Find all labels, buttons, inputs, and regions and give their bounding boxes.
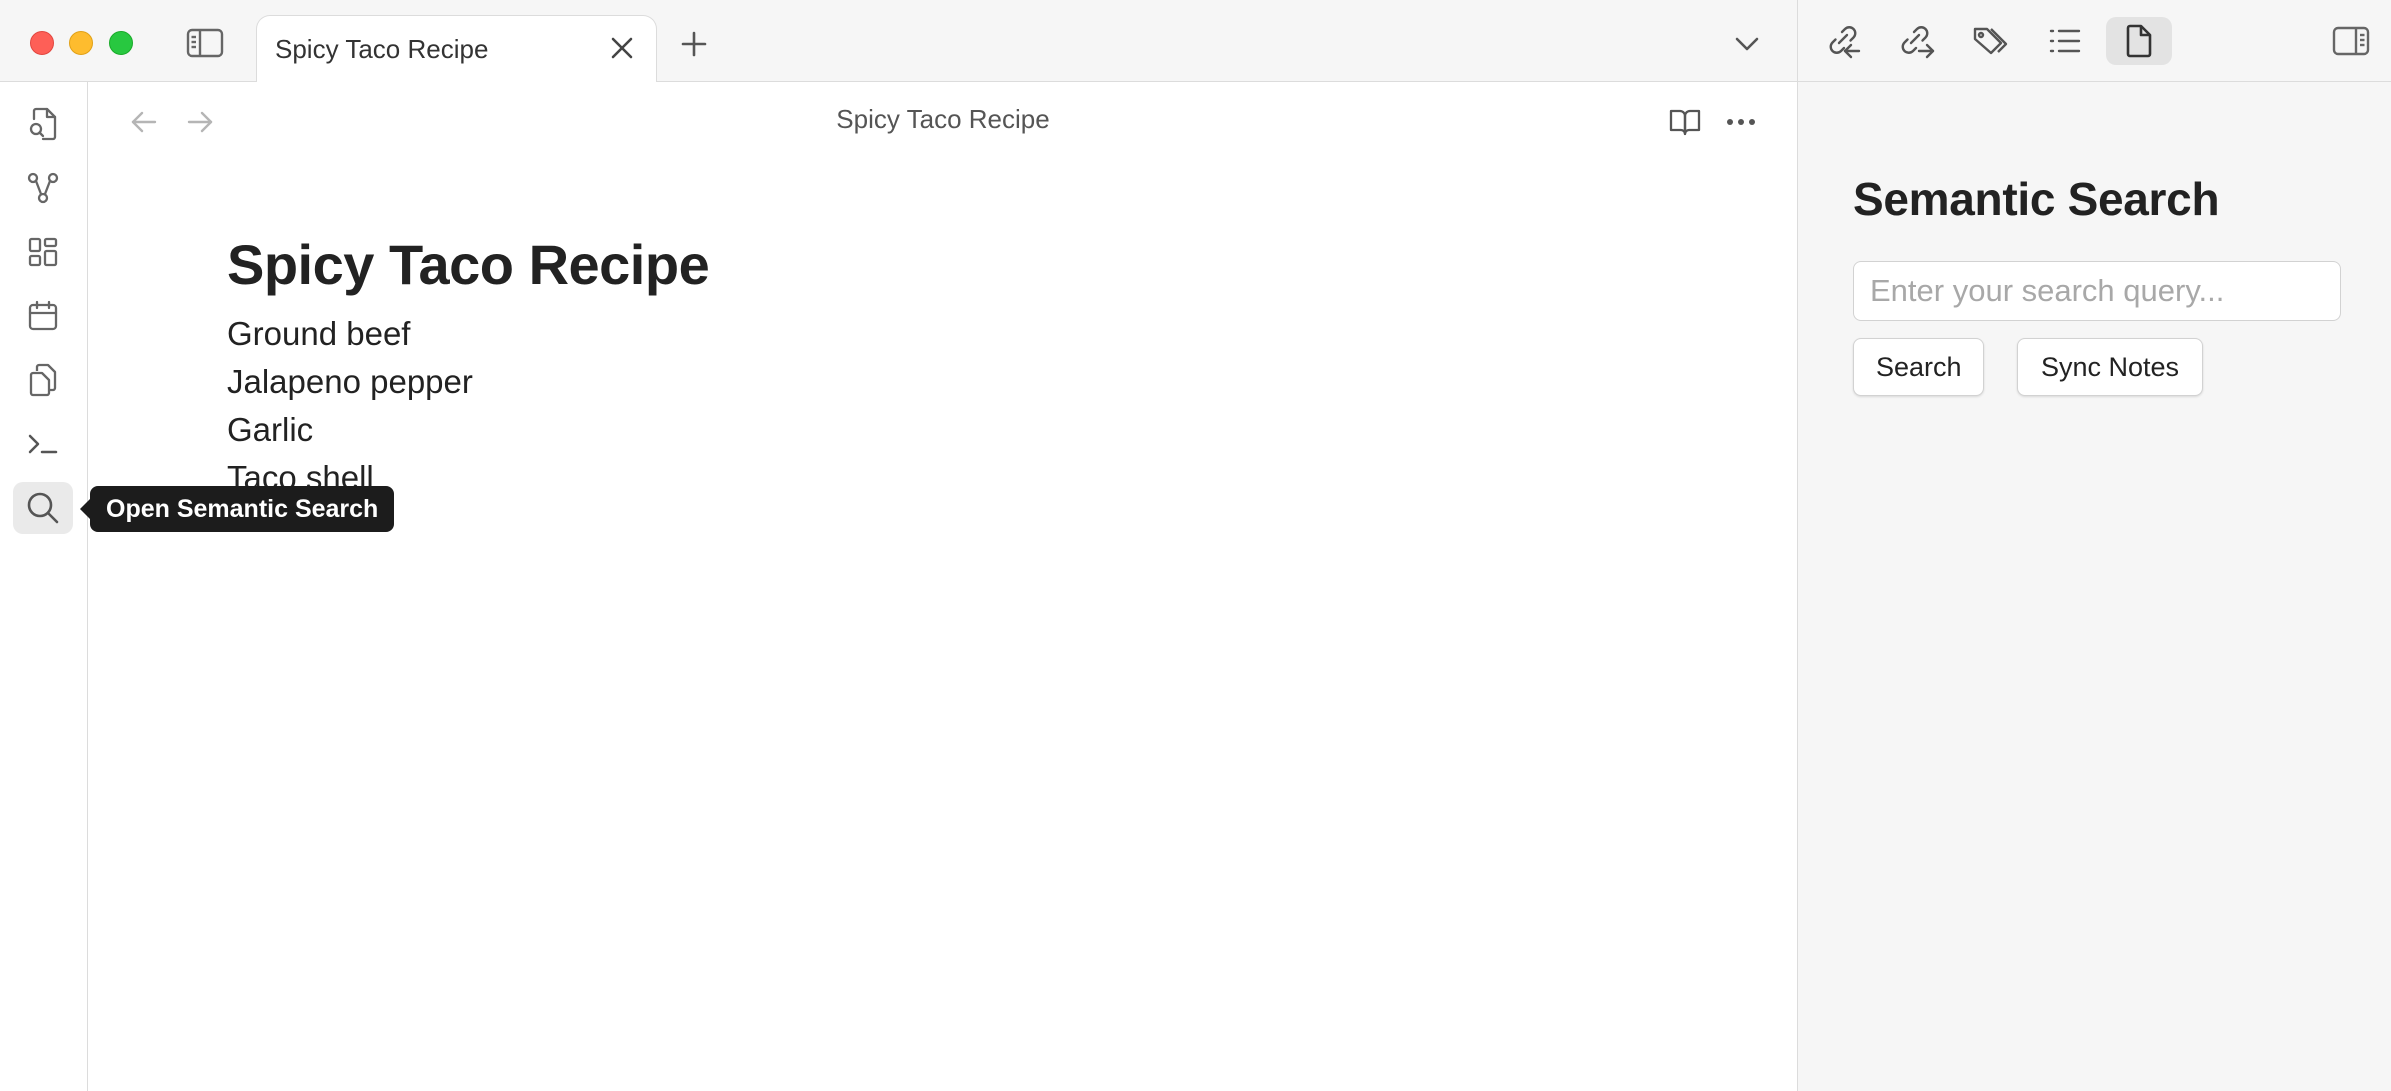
editor-pane: Spicy Taco Recipe Spicy Taco Recipe Grou… — [89, 82, 1797, 1091]
more-options-button[interactable] — [1718, 100, 1764, 144]
copy-icon — [29, 363, 57, 397]
outline-icon — [2049, 29, 2081, 53]
backlinks-icon — [1829, 26, 1861, 59]
chevron-down-icon — [1735, 37, 1759, 51]
new-tab-button[interactable] — [672, 24, 716, 64]
semantic-search-panel: Semantic Search Search Sync Notes — [1797, 82, 2391, 1091]
sync-notes-button[interactable]: Sync Notes — [2017, 338, 2203, 396]
ribbon-daily-note-button[interactable] — [13, 290, 73, 342]
search-button[interactable]: Search — [1853, 338, 1984, 396]
note-line[interactable]: Ground beef — [227, 310, 1727, 358]
ribbon-templates-button[interactable] — [13, 354, 73, 406]
note-line[interactable]: Garlic — [227, 406, 1727, 454]
calendar-icon — [28, 300, 58, 331]
app-window: Spicy Taco Recipe Spicy Taco Recipe Spic… — [0, 0, 2391, 1091]
window-maximize-button[interactable] — [109, 31, 133, 55]
tab-title: Spicy Taco Recipe — [275, 34, 489, 64]
note-content[interactable]: Spicy Taco Recipe Ground beef Jalapeno p… — [227, 220, 1727, 580]
reading-view-toggle-button[interactable] — [1662, 100, 1708, 144]
note-lines: Ground beef Jalapeno pepper Garlic Taco … — [227, 310, 1727, 502]
note-line[interactable]: Jalapeno pepper — [227, 358, 1727, 406]
ribbon-semantic-search-button[interactable] — [13, 482, 73, 534]
note-title[interactable]: Spicy Taco Recipe — [227, 220, 1727, 310]
search-icon — [27, 492, 59, 524]
outgoing-links-icon — [1901, 26, 1935, 59]
terminal-icon — [28, 434, 58, 454]
graph-icon — [27, 172, 59, 204]
canvas-icon — [28, 237, 58, 267]
tab-strip: Spicy Taco Recipe — [0, 0, 1797, 82]
tab-spicy-taco-recipe[interactable]: Spicy Taco Recipe — [256, 15, 657, 82]
ribbon-canvas-button[interactable] — [13, 226, 73, 278]
semantic-search-heading: Semantic Search — [1853, 173, 2220, 225]
outline-button[interactable] — [2032, 17, 2098, 65]
left-sidebar-toggle-button[interactable] — [183, 24, 227, 62]
sidebar-toggle-icon — [186, 28, 224, 58]
right-sidebar-toggle-button[interactable] — [2318, 17, 2384, 65]
ribbon-quick-switcher-button[interactable] — [13, 98, 73, 150]
ribbon-tooltip: Open Semantic Search — [79, 486, 395, 532]
plus-icon — [681, 31, 707, 57]
ribbon-terminal-button[interactable] — [13, 418, 73, 470]
tab-close-button[interactable] — [604, 30, 640, 66]
semantic-search-input[interactable] — [1853, 261, 2341, 321]
outgoing-links-button[interactable] — [1884, 17, 1950, 65]
tags-button[interactable] — [1958, 17, 2024, 65]
backlinks-button[interactable] — [1810, 17, 1876, 65]
note-line[interactable]: Taco shell — [227, 454, 1727, 502]
more-horizontal-icon — [1727, 119, 1755, 125]
file-search-icon — [29, 107, 57, 141]
right-panel-header — [1797, 0, 2391, 82]
close-icon — [611, 37, 633, 59]
view-header-title[interactable]: Spicy Taco Recipe — [89, 104, 1797, 135]
window-close-button[interactable] — [30, 31, 54, 55]
right-sidebar-toggle-icon — [2332, 26, 2370, 56]
tab-list-dropdown[interactable] — [1727, 24, 1767, 64]
left-ribbon — [0, 82, 88, 1091]
file-icon — [2126, 24, 2152, 58]
window-minimize-button[interactable] — [69, 31, 93, 55]
ribbon-graph-view-button[interactable] — [13, 162, 73, 214]
file-properties-button[interactable] — [2106, 17, 2172, 65]
book-open-icon — [1669, 109, 1701, 136]
tags-icon — [1973, 27, 2008, 55]
